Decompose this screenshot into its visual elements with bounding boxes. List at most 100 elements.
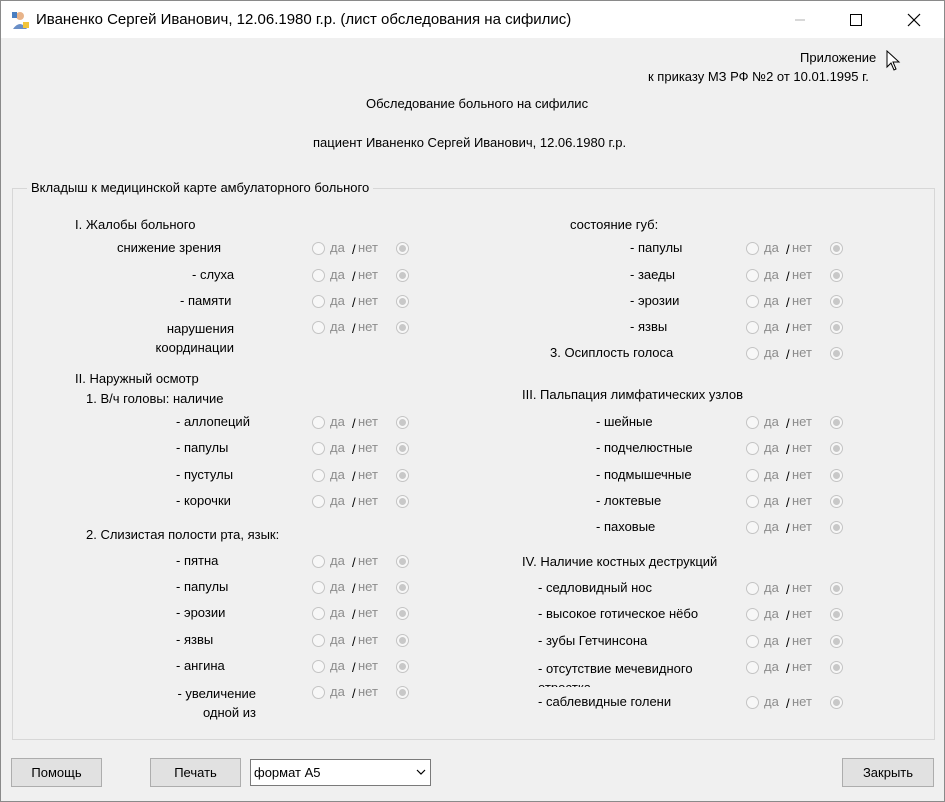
separator-slash: /	[352, 660, 356, 675]
radio-yes[interactable]	[746, 469, 759, 482]
radio-no[interactable]	[830, 242, 843, 255]
radio-no[interactable]	[396, 607, 409, 620]
radio-yes[interactable]	[746, 635, 759, 648]
maximize-button[interactable]	[833, 1, 879, 38]
radio-no-label: нет	[792, 633, 812, 648]
separator-slash: /	[352, 686, 356, 701]
radio-yes[interactable]	[312, 416, 325, 429]
close-window-button[interactable]	[891, 1, 937, 38]
radio-yes[interactable]	[312, 581, 325, 594]
radio-yes[interactable]	[746, 582, 759, 595]
close-button[interactable]: Закрыть	[842, 758, 934, 787]
mouth-item-label: - ангина	[176, 658, 225, 673]
lips-item-label: - язвы	[630, 319, 668, 334]
lymph-item-label: - локтевые	[596, 493, 662, 508]
radio-no[interactable]	[830, 469, 843, 482]
radio-no[interactable]	[830, 582, 843, 595]
separator-slash: /	[352, 269, 356, 284]
radio-yes[interactable]	[312, 242, 325, 255]
radio-yes[interactable]	[746, 495, 759, 508]
radio-no[interactable]	[396, 686, 409, 699]
maximize-icon	[850, 13, 862, 26]
radio-yes[interactable]	[746, 521, 759, 534]
radio-yes-label: да	[764, 319, 779, 334]
mouth-subtitle: 2. Слизистая полости рта, язык:	[86, 527, 280, 542]
radio-yes[interactable]	[746, 269, 759, 282]
radio-no[interactable]	[830, 347, 843, 360]
radio-yes[interactable]	[746, 608, 759, 621]
radio-no[interactable]	[830, 661, 843, 674]
separator-slash: /	[352, 634, 356, 649]
radio-no-label: нет	[358, 240, 378, 255]
radio-no[interactable]	[396, 634, 409, 647]
hoarseness-label: 3. Осиплость голоса	[550, 345, 674, 360]
radio-yes-label: да	[330, 605, 345, 620]
radio-no[interactable]	[830, 696, 843, 709]
radio-no[interactable]	[396, 581, 409, 594]
radio-yes[interactable]	[746, 321, 759, 334]
mouth-item-label: - увеличение одной из	[177, 686, 256, 720]
radio-yes[interactable]	[312, 295, 325, 308]
separator-slash: /	[352, 242, 356, 257]
complaint-label: нарушения координации	[155, 321, 234, 355]
complaint-label: - слуха	[192, 267, 235, 282]
radio-no[interactable]	[396, 660, 409, 673]
radio-yes[interactable]	[312, 634, 325, 647]
radio-no[interactable]	[830, 521, 843, 534]
scalp-item-label: - аллопеций	[176, 414, 250, 429]
radio-yes[interactable]	[312, 269, 325, 282]
bone-item-label: - седловидный нос	[538, 580, 652, 595]
complaint-label: - памяти	[180, 293, 232, 308]
radio-no[interactable]	[396, 321, 409, 334]
radio-no[interactable]	[830, 295, 843, 308]
radio-yes-label: да	[330, 658, 345, 673]
radio-yes[interactable]	[312, 495, 325, 508]
lymph-item-label: - подчелюстные	[596, 440, 693, 455]
radio-yes-label: да	[764, 519, 779, 534]
radio-yes[interactable]	[746, 442, 759, 455]
radio-no[interactable]	[830, 635, 843, 648]
radio-yes[interactable]	[312, 442, 325, 455]
radio-no[interactable]	[830, 416, 843, 429]
radio-no[interactable]	[396, 416, 409, 429]
radio-yes[interactable]	[312, 555, 325, 568]
minimize-button[interactable]	[777, 1, 823, 38]
radio-no[interactable]	[396, 242, 409, 255]
radio-yes-label: да	[764, 240, 779, 255]
radio-no[interactable]	[396, 495, 409, 508]
groupbox-title: Вкладыш к медицинской карте амбулаторног…	[27, 180, 374, 195]
radio-yes[interactable]	[312, 469, 325, 482]
help-button[interactable]: Помощь	[11, 758, 102, 787]
radio-no[interactable]	[396, 442, 409, 455]
radio-yes[interactable]	[312, 660, 325, 673]
radio-no[interactable]	[396, 295, 409, 308]
print-button[interactable]: Печать	[150, 758, 241, 787]
radio-yes[interactable]	[746, 696, 759, 709]
radio-yes[interactable]	[312, 607, 325, 620]
format-select[interactable]: формат А5	[250, 759, 431, 786]
radio-yes-label: да	[330, 440, 345, 455]
radio-yes[interactable]	[746, 347, 759, 360]
radio-yes[interactable]	[312, 686, 325, 699]
patient-line: пациент Иваненко Сергей Иванович, 12.06.…	[313, 135, 627, 150]
radio-no[interactable]	[396, 469, 409, 482]
radio-yes[interactable]	[312, 321, 325, 334]
separator-slash: /	[352, 581, 356, 596]
radio-yes[interactable]	[746, 295, 759, 308]
radio-no[interactable]	[830, 608, 843, 621]
radio-no[interactable]	[396, 269, 409, 282]
radio-yes[interactable]	[746, 661, 759, 674]
radio-no[interactable]	[396, 555, 409, 568]
radio-no-label: нет	[792, 467, 812, 482]
radio-yes[interactable]	[746, 242, 759, 255]
scalp-item-label: - корочки	[176, 493, 231, 508]
section-bone-title: IV. Наличие костных деструкций	[522, 554, 718, 569]
radio-no-label: нет	[792, 694, 812, 709]
radio-no[interactable]	[830, 321, 843, 334]
radio-no[interactable]	[830, 495, 843, 508]
radio-no[interactable]	[830, 269, 843, 282]
bone-item-label: - зубы Гетчинсона	[538, 633, 648, 648]
scalp-subtitle: 1. В/ч головы: наличие	[86, 391, 224, 406]
radio-no[interactable]	[830, 442, 843, 455]
radio-yes[interactable]	[746, 416, 759, 429]
